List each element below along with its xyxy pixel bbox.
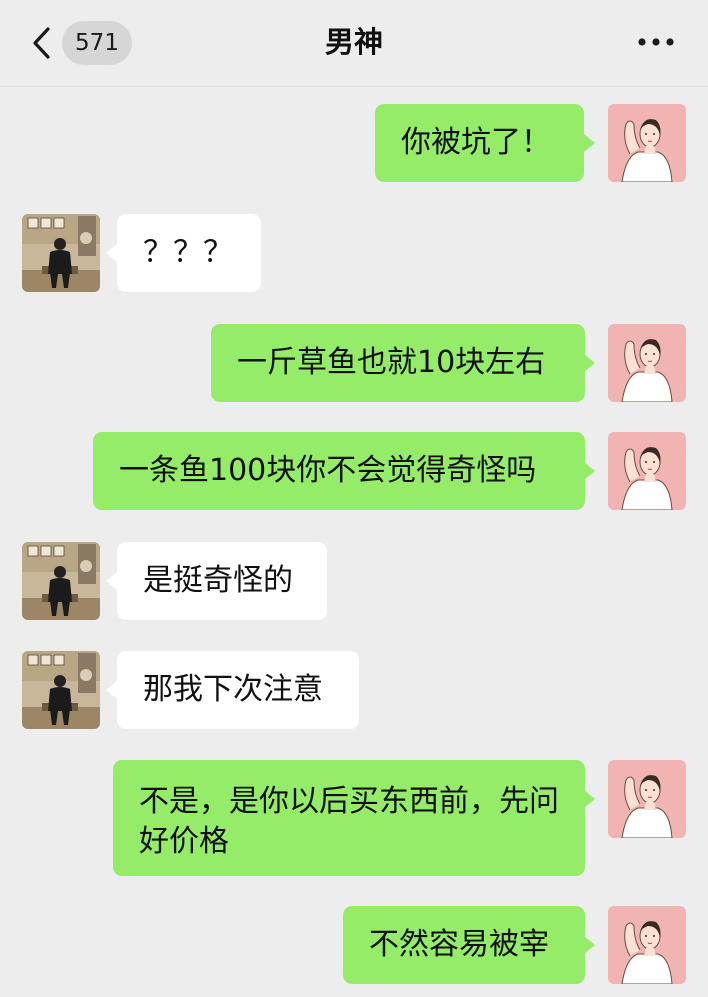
more-dots-icon[interactable] — [634, 30, 678, 54]
message-bubble-incoming[interactable]: ？？？ — [117, 214, 261, 292]
chat-title: 男神 — [324, 25, 383, 59]
message-bubble-outgoing[interactable]: 一条鱼100块你不会觉得奇怪吗 — [93, 432, 585, 510]
message-text: 不是，是你以后买东西前，先问好价格 — [139, 784, 559, 859]
my-avatar[interactable] — [608, 324, 686, 402]
my-avatar[interactable] — [608, 432, 686, 510]
bubble-tail — [584, 790, 595, 808]
my-avatar[interactable] — [608, 760, 686, 838]
contact-avatar[interactable] — [22, 214, 100, 292]
bubble-tail — [584, 462, 595, 480]
bubble-tail — [584, 936, 595, 954]
message-text: 一斤草鱼也就10块左右 — [237, 345, 546, 380]
message-text: 一条鱼100块你不会觉得奇怪吗 — [119, 453, 537, 488]
message-text: 那我下次注意 — [143, 672, 323, 707]
message-bubble-outgoing[interactable]: 你被坑了！ — [375, 104, 584, 182]
message-bubble-incoming[interactable]: 那我下次注意 — [117, 651, 359, 729]
message-text: 你被坑了！ — [401, 125, 551, 160]
bubble-tail — [584, 354, 595, 372]
message-text: 不然容易被宰 — [369, 927, 549, 962]
contact-avatar[interactable] — [22, 542, 100, 620]
my-avatar[interactable] — [608, 906, 686, 984]
bubble-tail — [106, 244, 117, 262]
bubble-tail — [584, 134, 595, 152]
bubble-tail — [106, 572, 117, 590]
message-bubble-outgoing[interactable]: 不是，是你以后买东西前，先问好价格 — [113, 760, 585, 876]
chat-header: 571 男神 — [0, 0, 708, 86]
contact-avatar[interactable] — [22, 651, 100, 729]
message-text: 是挺奇怪的 — [143, 563, 293, 598]
header-divider — [0, 86, 708, 87]
message-bubble-incoming[interactable]: 是挺奇怪的 — [117, 542, 327, 620]
message-bubble-outgoing[interactable]: 一斤草鱼也就10块左右 — [211, 324, 585, 402]
message-text: ？？？ — [143, 235, 233, 270]
message-bubble-outgoing[interactable]: 不然容易被宰 — [343, 906, 585, 984]
my-avatar[interactable] — [608, 104, 686, 182]
bubble-tail — [106, 681, 117, 699]
